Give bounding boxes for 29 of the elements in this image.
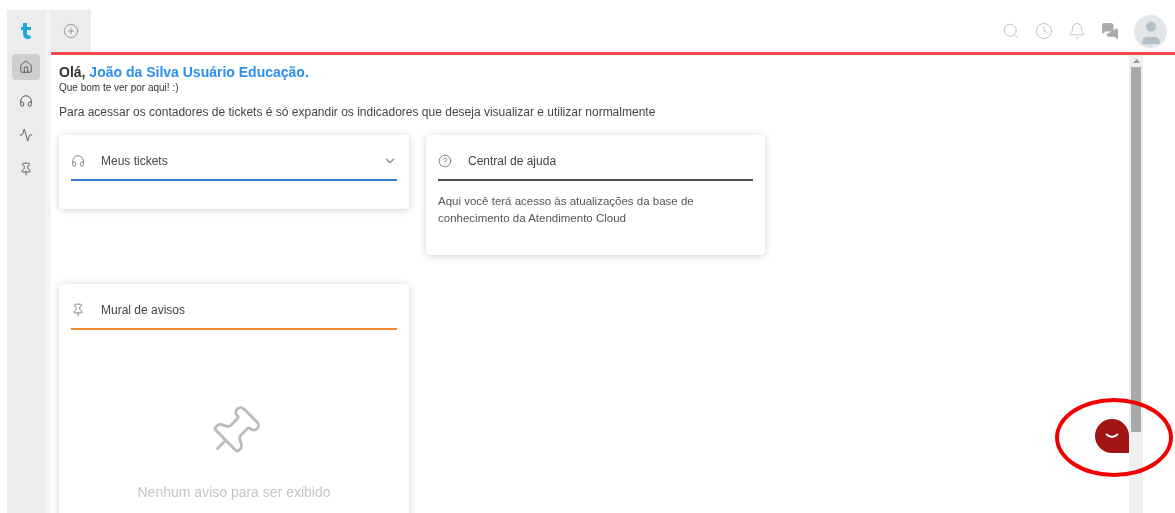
clock-icon[interactable] xyxy=(1035,22,1053,40)
user-name: João da Silva Usuário Educação. xyxy=(89,64,309,80)
plus-icon xyxy=(63,23,79,39)
bell-icon[interactable] xyxy=(1068,22,1086,40)
chart-icon xyxy=(19,128,33,142)
headset-icon xyxy=(71,154,85,168)
chat-icon[interactable] xyxy=(1101,22,1119,40)
logo-icon xyxy=(19,22,33,40)
help-icon xyxy=(438,154,452,168)
card-title: Central de ajuda xyxy=(468,153,558,170)
headset-icon xyxy=(19,94,33,108)
empty-message: Nenhum aviso para ser exibido xyxy=(137,483,331,502)
new-tab-button[interactable] xyxy=(51,10,91,52)
greeting-subtitle: Que bom te ver por aqui! :) xyxy=(59,81,180,95)
pin-icon xyxy=(71,303,85,317)
instructions-text: Para acessar os contadores de tickets é só expandir os indicadores que deseja visualizar e utilizar normalmente xyxy=(59,104,657,121)
sidebar-item[interactable] xyxy=(12,54,40,80)
scrollbar[interactable] xyxy=(1129,55,1143,513)
pin-icon xyxy=(19,162,33,176)
card-description: Aqui você terá acesso às atualizações da base de conhecimento da Atendimento Cloud xyxy=(438,194,695,226)
search-icon[interactable] xyxy=(1002,22,1020,40)
chat-bubble-button[interactable] xyxy=(1095,419,1129,453)
greeting: Olá, xyxy=(59,64,86,80)
card-title: Meus tickets xyxy=(101,153,169,170)
card-title: Mural de avisos xyxy=(101,302,187,319)
smile-icon xyxy=(1105,433,1119,439)
scroll-up-icon[interactable] xyxy=(1132,59,1140,63)
avatar[interactable] xyxy=(1134,14,1167,48)
home-icon xyxy=(19,60,33,74)
